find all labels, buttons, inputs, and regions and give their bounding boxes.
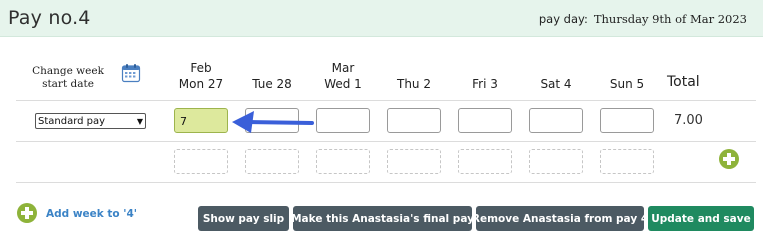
update-and-save-button[interactable]: Update and save [648,206,754,231]
day-label-2: Wed 1 [324,77,362,91]
hours-input-sat[interactable] [529,108,583,133]
change-week-label: Change week start date [32,65,104,90]
hours-input-thu[interactable] [387,108,441,133]
show-pay-slip-button[interactable]: Show pay slip [198,206,289,231]
hours-input-wed[interactable] [316,108,370,133]
day-label-1: Tue 28 [252,77,292,91]
make-final-pay-button[interactable]: Make this Anastasia's final pay [291,206,474,231]
day-header-2: Mar Wed 1 [313,60,373,92]
total-header: Total [667,74,700,90]
add-week-link[interactable]: Add week to '4' [46,208,137,220]
day-label-3: Thu 2 [397,77,431,91]
add-pay-line-icon[interactable] [719,149,739,169]
empty-hours-slot[interactable] [245,149,299,174]
chevron-down-icon: ▼ [136,116,143,126]
row-divider [16,100,756,101]
day-label-0: Mon 27 [178,77,224,91]
day-header-4: Fri 3 [455,60,515,92]
day-header-6: Sun 5 [597,60,657,92]
remove-from-pay-button[interactable]: Remove Anastasia from pay 4 [472,206,648,231]
empty-hours-slot[interactable] [387,149,441,174]
hours-input-sun[interactable] [600,108,654,133]
empty-hours-slot[interactable] [458,149,512,174]
day-month-2: Mar [331,61,355,75]
empty-hours-slot[interactable] [316,149,370,174]
day-month-1 [242,60,302,76]
day-header-0: Feb Mon 27 [171,60,231,92]
row-divider [16,182,756,183]
day-month-6 [597,60,657,76]
empty-hours-slot[interactable] [600,149,654,174]
calendar-icon[interactable] [121,63,141,83]
pay-type-select[interactable]: Standard pay ▼ [35,113,146,129]
empty-hours-slot[interactable] [529,149,583,174]
add-week-icon[interactable] [17,203,37,223]
hours-input-fri[interactable] [458,108,512,133]
row-divider [16,141,756,142]
row-total: 7.00 [674,113,703,128]
day-label-6: Sun 5 [609,77,645,91]
payday-value: Thursday 9th of Mar 2023 [593,12,747,26]
day-month-3 [384,60,444,76]
day-label-5: Sat 4 [540,77,572,91]
day-label-4: Fri 3 [472,77,498,91]
day-month-0: Feb [190,61,212,75]
pay-header: Pay no.4 pay day: Thursday 9th of Mar 202… [0,0,763,37]
hours-input-mon[interactable]: 7 [174,108,228,133]
day-month-4 [455,60,515,76]
day-header-3: Thu 2 [384,60,444,92]
empty-hours-slot[interactable] [174,149,228,174]
payday-info: pay day: Thursday 9th of Mar 2023 [539,12,747,26]
day-header-5: Sat 4 [526,60,586,92]
pay-title: Pay no.4 [8,7,91,29]
pay-type-value: Standard pay [38,115,106,127]
day-month-5 [526,60,586,76]
annotation-arrow-icon [232,111,314,133]
day-header-1: Tue 28 [242,60,302,92]
payday-label: pay day: [538,12,588,26]
